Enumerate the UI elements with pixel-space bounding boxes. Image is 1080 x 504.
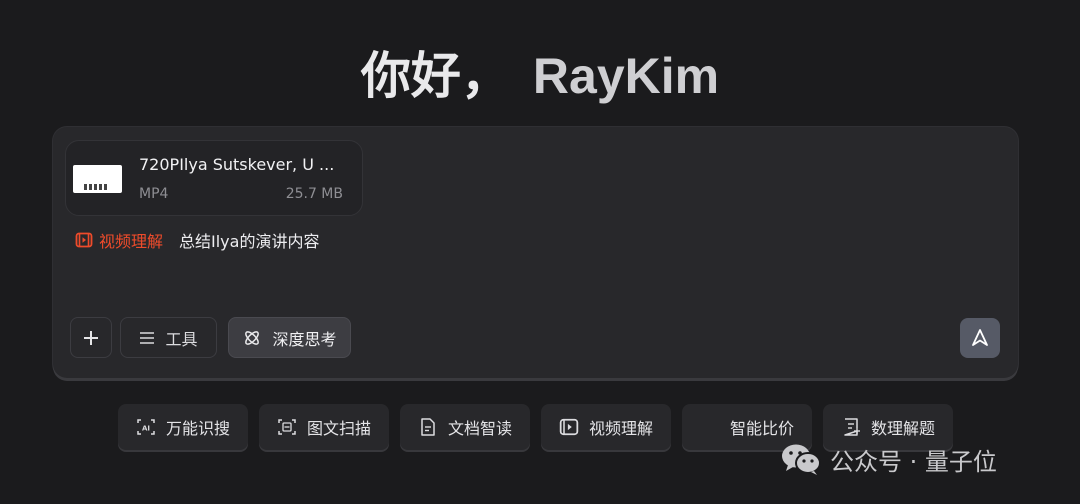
svg-text:AI: AI [142, 425, 150, 433]
skill-tag[interactable]: 视频理解 [75, 228, 163, 252]
prompt-input-text[interactable]: 总结Ilya的演讲内容 [179, 228, 319, 252]
app-root: 你好， RayKim 720PIlya Sutskever, U ... MP4 … [0, 0, 1080, 504]
skill-tag-label: 视频理解 [99, 232, 164, 251]
wechat-icon [782, 444, 821, 475]
math-doc-icon [844, 418, 860, 436]
chip-label: 数理解题 [870, 419, 935, 438]
atom-icon [245, 330, 260, 345]
chip-image-scan[interactable]: 图文扫描 [259, 404, 389, 450]
send-button[interactable] [960, 318, 1000, 358]
attachment-type: MP4 [139, 186, 169, 202]
ai-scan-icon: AI [137, 419, 155, 435]
video-icon [75, 232, 93, 248]
attachment-size: 25.7 MB [285, 186, 343, 202]
wechat-watermark: 公众号 · 量子位 [780, 441, 997, 477]
greeting-username: RayKim [532, 48, 720, 104]
chip-video-understand[interactable]: 视频理解 [541, 404, 671, 450]
greeting-title: 你好， RayKim [0, 36, 1080, 108]
menu-icon [140, 331, 155, 344]
send-arrow-icon [972, 329, 988, 346]
document-icon [421, 418, 435, 436]
attachment-card[interactable]: 720PIlya Sutskever, U ... MP4 25.7 MB [65, 140, 363, 216]
watermark-text: 公众号 · 量子位 [830, 447, 997, 476]
chip-label: 视频理解 [588, 419, 653, 438]
chip-label: 图文扫描 [306, 419, 371, 438]
chip-universal-search[interactable]: AI 万能识搜 [118, 404, 248, 450]
deep-think-button[interactable]: 深度思考 [228, 317, 351, 358]
plus-icon [84, 330, 98, 345]
add-button[interactable] [70, 317, 112, 358]
video-thumbnail [73, 165, 122, 193]
prompt-row[interactable]: 视频理解 总结Ilya的演讲内容 [75, 228, 319, 252]
chip-label: 文档智读 [447, 419, 512, 438]
tools-button[interactable]: 工具 [120, 317, 217, 358]
chip-doc-read[interactable]: 文档智读 [400, 404, 530, 450]
video-icon [559, 418, 579, 436]
chip-label: 智能比价 [729, 419, 794, 438]
chat-composer[interactable]: 720PIlya Sutskever, U ... MP4 25.7 MB 视频… [53, 127, 1018, 378]
deep-think-label: 深度思考 [272, 329, 337, 349]
greeting-hello: 你好， [360, 47, 511, 105]
tools-label: 工具 [165, 329, 198, 349]
chip-label: 万能识搜 [165, 419, 230, 438]
attachment-name: 720PIlya Sutskever, U ... [139, 155, 335, 174]
scan-icon [278, 419, 296, 435]
